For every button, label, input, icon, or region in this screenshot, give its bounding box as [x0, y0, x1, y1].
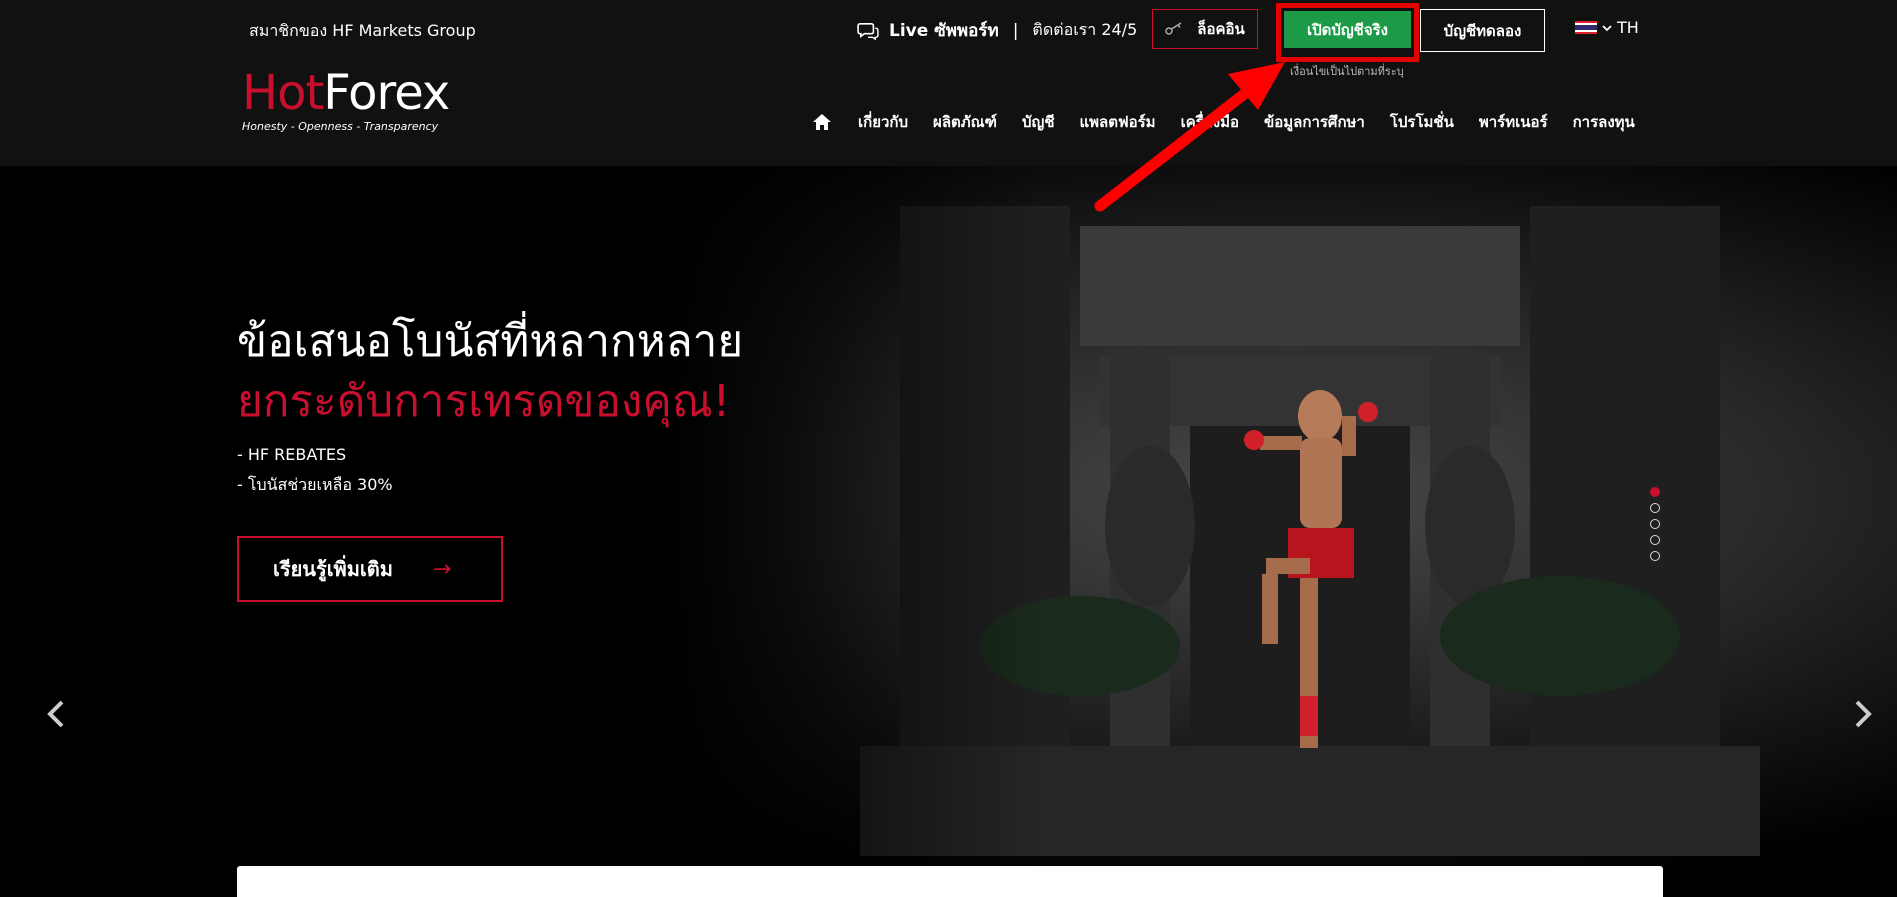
slider-prev-arrow[interactable] — [45, 699, 67, 729]
hero-background-image — [0, 166, 1897, 897]
slider-next-arrow[interactable] — [1852, 699, 1874, 729]
slider-dots — [1650, 487, 1660, 561]
demo-account-button[interactable]: บัญชีทดลอง — [1420, 9, 1545, 52]
support-separator: | — [1012, 20, 1019, 41]
learn-more-label: เรียนรู้เพิ่มเติม — [273, 557, 393, 581]
logo-forex: Forex — [323, 65, 450, 121]
slider-dot-2[interactable] — [1650, 503, 1660, 513]
thai-flag-icon — [1575, 20, 1597, 35]
nav-item-investment[interactable]: การลงทุน — [1573, 110, 1635, 134]
hero-bullet-bonus: - โบนัสช่วยเหลือ 30% — [237, 475, 393, 494]
nav-item-accounts[interactable]: บัญชี — [1022, 110, 1054, 134]
content-panel — [237, 866, 1663, 897]
real-account-conditions-note: เงื่อนไขเป็นไปตามที่ระบุ — [1290, 65, 1404, 78]
language-selector[interactable]: TH — [1575, 18, 1639, 37]
slider-dot-1[interactable] — [1650, 487, 1660, 497]
slider-dot-3[interactable] — [1650, 519, 1660, 529]
home-icon[interactable] — [812, 113, 832, 131]
member-group-text: สมาชิกของ HF Markets Group — [249, 21, 476, 40]
language-label: TH — [1617, 18, 1639, 37]
hotforex-logo[interactable]: HotForex Honesty - Openness - Transparen… — [242, 65, 450, 138]
slider-dot-5[interactable] — [1650, 551, 1660, 561]
nav-item-tools[interactable]: เครื่องมือ — [1181, 110, 1239, 134]
nav-item-education[interactable]: ข้อมูลการศึกษา — [1264, 110, 1365, 134]
hero-banner — [0, 166, 1897, 897]
hero-bullet-rebates: - HF REBATES — [237, 445, 347, 464]
login-button[interactable]: ล็อคอิน — [1152, 9, 1258, 49]
nav-item-about[interactable]: เกี่ยวกับ — [858, 110, 908, 134]
chat-icon — [857, 22, 879, 40]
main-navigation: เกี่ยวกับ ผลิตภัณฑ์ บัญชี แพลตฟอร์ม เครื… — [812, 110, 1660, 134]
live-support[interactable]: Live ซัพพอร์ท | ติดต่อเรา 24/5 — [857, 17, 1137, 44]
nav-item-products[interactable]: ผลิตภัณฑ์ — [933, 110, 997, 134]
nav-item-platforms[interactable]: แพลตฟอร์ม — [1080, 110, 1156, 134]
key-icon — [1165, 22, 1182, 35]
learn-more-button[interactable]: เรียนรู้เพิ่มเติม → — [237, 536, 503, 602]
hero-bullet-list: - HF REBATES - โบนัสช่วยเหลือ 30% — [237, 440, 393, 500]
open-real-account-button[interactable]: เปิดบัญชีจริง — [1284, 11, 1411, 48]
chevron-down-icon — [1602, 24, 1612, 31]
site-header: สมาชิกของ HF Markets Group Live ซัพพอร์ท… — [0, 0, 1897, 166]
slider-dot-4[interactable] — [1650, 535, 1660, 545]
login-label: ล็อคอิน — [1197, 20, 1245, 38]
nav-item-promotions[interactable]: โปรโมชั่น — [1390, 110, 1454, 134]
arrow-right-icon: → — [432, 556, 452, 582]
live-support-label: Live ซัพพอร์ท — [889, 21, 999, 41]
logo-tagline: Honesty - Openness - Transparency — [242, 120, 439, 133]
nav-item-partners[interactable]: พาร์ทเนอร์ — [1479, 110, 1548, 134]
logo-hot: Hot — [242, 65, 324, 121]
hero-headline-line2: ยกระดับการเทรดของคุณ! — [237, 376, 731, 427]
contact-24-5-label: ติดต่อเรา 24/5 — [1032, 20, 1138, 39]
logo-wordmark: HotForex — [242, 65, 450, 121]
